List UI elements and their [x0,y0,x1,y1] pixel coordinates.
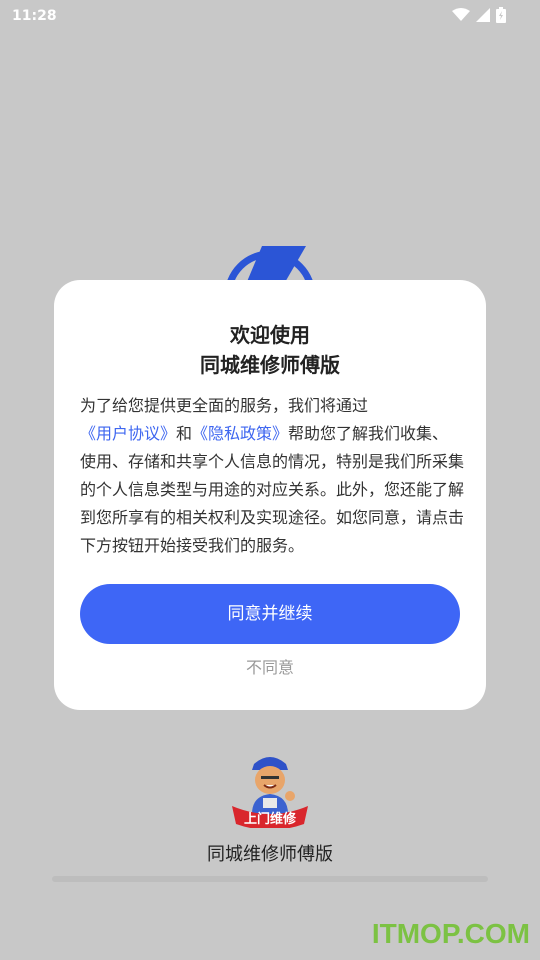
watermark: ITMOP.COM [371,918,530,949]
dialog-title: 欢迎使用 同城维修师傅版 [54,320,486,380]
app-name: 同城维修师傅版 [207,844,333,865]
dialog-body: 为了给您提供更全面的服务，我们将通过《用户协议》和《隐私政策》帮助您了解我们收集… [80,392,464,560]
battery-icon [496,7,506,23]
body-suffix: 帮助您了解我们收集、使用、存储和共享个人信息的情况，特别是我们所采集的个人信息类… [80,424,465,555]
status-time: 11:28 [12,8,57,24]
mascot-badge-text: 上门维修 [243,812,296,827]
disagree-button[interactable]: 不同意 [54,654,486,678]
status-icons [452,7,506,23]
agree-button[interactable]: 同意并继续 [80,584,460,644]
status-bar: 11:28 [0,0,540,32]
dialog-title-line1: 欢迎使用 [230,323,310,347]
body-and: 和 [176,424,193,443]
body-prefix: 为了给您提供更全面的服务，我们将通过 [80,396,369,415]
mascot-logo: 上门维修 [230,752,310,832]
privacy-policy-link[interactable]: 《隐私政策》 [192,424,288,443]
user-agreement-link[interactable]: 《用户协议》 [80,424,176,443]
privacy-dialog: 欢迎使用 同城维修师傅版 为了给您提供更全面的服务，我们将通过《用户协议》和《隐… [54,280,486,710]
dialog-title-line2: 同城维修师傅版 [200,353,340,377]
signal-icon [476,8,490,22]
loading-bar [52,876,488,882]
wifi-icon [452,8,470,21]
